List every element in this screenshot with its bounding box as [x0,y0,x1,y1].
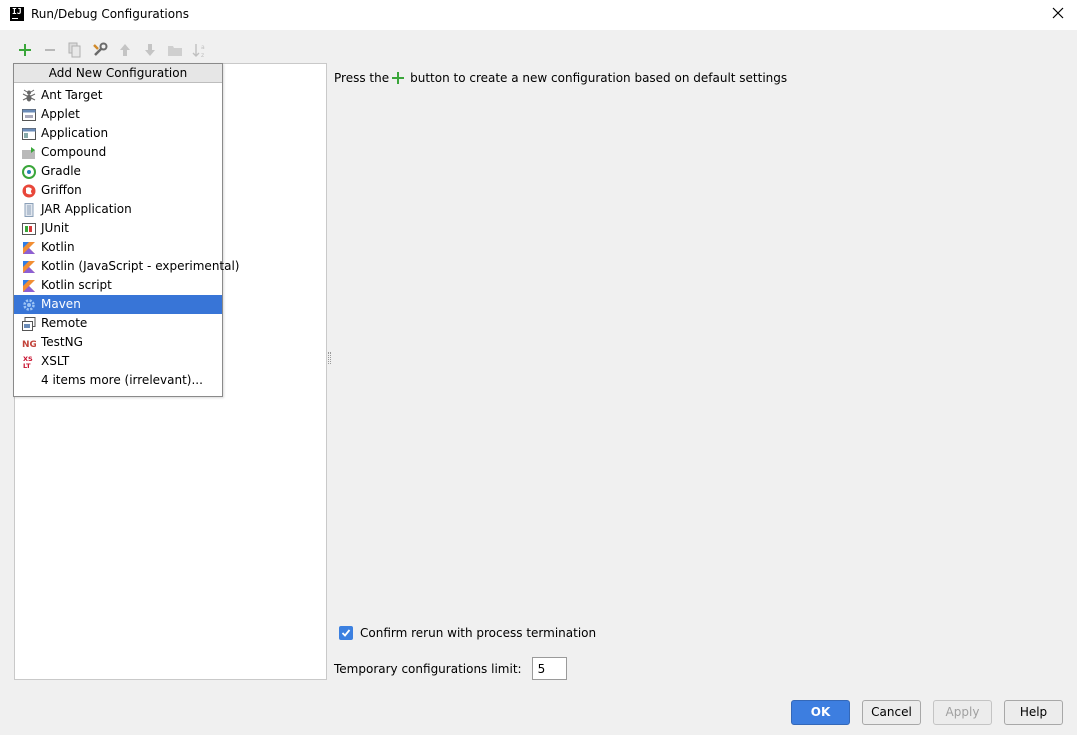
window-title: Run/Debug Configurations [31,7,189,21]
folder-icon[interactable] [164,39,186,61]
configuration-type-list: Ant Target Applet Application Compound G… [14,83,240,390]
kotlin-icon [22,260,36,274]
list-item-junit[interactable]: JUnit [14,219,222,238]
svg-text:LT: LT [23,362,31,369]
applet-icon [22,108,36,122]
application-icon [22,127,36,141]
remote-icon [22,316,36,331]
sort-icon[interactable]: az [189,39,211,61]
list-item-kotlin-javascript[interactable]: Kotlin (JavaScript - experimental) [14,257,240,276]
list-item-kotlin-script[interactable]: Kotlin script [14,276,222,295]
list-item-applet[interactable]: Applet [14,105,222,124]
move-down-icon[interactable] [139,39,161,61]
title-bar: IJ Run/Debug Configurations [0,0,1077,30]
kotlin-icon [22,279,36,293]
gradle-icon [22,164,36,179]
edit-defaults-icon[interactable] [89,39,111,61]
temp-limit-input[interactable] [531,657,567,680]
svg-text:NG: NG [22,340,36,350]
list-item-xslt[interactable]: XS LT XSLT [14,352,222,371]
griffon-icon [22,184,36,198]
confirm-rerun-row: Confirm rerun with process termination [339,626,596,640]
copy-icon[interactable] [64,39,86,61]
intellij-app-icon: IJ [10,7,24,21]
svg-text:a: a [201,44,205,51]
remove-icon[interactable] [39,39,61,61]
list-item-maven[interactable]: Maven [14,295,222,314]
list-item-remote[interactable]: Remote [14,314,222,333]
xslt-icon: XS LT [22,355,36,369]
list-item-kotlin[interactable]: Kotlin [14,238,222,257]
svg-text:z: z [201,52,204,58]
confirm-rerun-checkbox[interactable] [339,626,353,640]
add-new-configuration-popup: Add New Configuration Ant Target Applet … [13,63,240,397]
empty-state-message: Press the button to create a new configu… [334,70,788,86]
temp-limit-label: Temporary configurations limit: [334,661,522,676]
cancel-button[interactable]: Cancel [862,700,921,725]
list-item-ant-target[interactable]: Ant Target [14,86,222,105]
compound-icon [22,146,36,160]
ok-button[interactable]: OK [791,700,850,725]
confirm-rerun-label[interactable]: Confirm rerun with process termination [360,626,596,640]
splitter-handle[interactable] [328,352,331,364]
kotlin-icon [22,241,36,255]
junit-icon [22,222,36,236]
list-item-testng[interactable]: NG TestNG [14,333,222,352]
apply-button[interactable]: Apply [933,700,992,725]
list-item-compound[interactable]: Compound [14,143,222,162]
list-item-jar-application[interactable]: JAR Application [14,200,222,219]
list-item-gradle[interactable]: Gradle [14,162,222,181]
list-item-application[interactable]: Application [14,124,222,143]
popup-header: Add New Configuration [14,64,222,83]
move-up-icon[interactable] [114,39,136,61]
add-icon [390,70,406,86]
help-button[interactable]: Help [1004,700,1063,725]
add-icon[interactable] [14,39,36,61]
temp-limit-row: Temporary configurations limit: [334,657,567,680]
list-item-griffon[interactable]: Griffon [14,181,222,200]
ant-icon [22,89,36,103]
close-icon[interactable] [1047,4,1069,26]
list-item-more[interactable]: 4 items more (irrelevant)... [14,371,222,390]
maven-icon [22,298,36,312]
jar-icon [22,202,36,217]
testng-icon: NG [22,336,36,350]
